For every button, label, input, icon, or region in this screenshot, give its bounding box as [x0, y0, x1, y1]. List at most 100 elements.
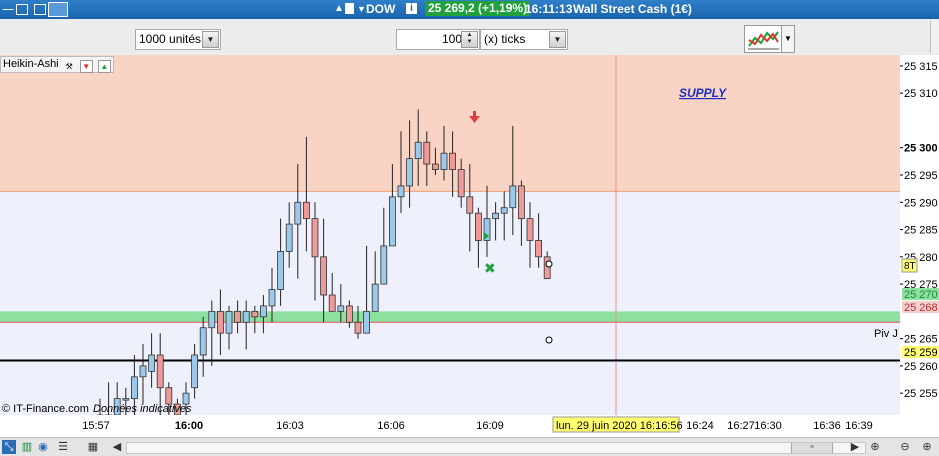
quantity-select[interactable]: 1000 unités ▼	[135, 29, 221, 50]
keyboard-icon[interactable]	[48, 2, 68, 17]
bullish-candle[interactable]	[397, 185, 405, 198]
bearish-candle[interactable]	[216, 310, 224, 334]
bullish-candle[interactable]	[380, 245, 388, 285]
bullish-candle[interactable]	[242, 310, 250, 323]
price-tick-label: 25 315	[904, 61, 938, 73]
wrench-icon[interactable]: ⚒	[64, 61, 75, 72]
bullish-candle[interactable]	[225, 310, 233, 334]
bullish-candle[interactable]	[208, 310, 216, 329]
step-unit-select[interactable]: (x) ticks ▼	[480, 29, 568, 50]
window-title-bar: — ▲▼ ▼ DOW i 25 269,2 (+1,19%) 16:11:13 …	[0, 0, 939, 19]
bearish-candle[interactable]	[165, 387, 173, 405]
bullish-candle[interactable]	[509, 185, 517, 209]
demand-top-price: 25 270	[904, 289, 938, 301]
bearish-candle[interactable]	[345, 305, 353, 323]
time-tick-label: 15:57	[82, 420, 110, 432]
price-tick-label: 25 260	[904, 361, 938, 373]
zoom-fit-icon[interactable]: ⊕	[868, 440, 882, 454]
time-tick-label: 16:27	[727, 420, 755, 432]
bearish-candle[interactable]	[156, 354, 164, 389]
price-tick-label: 25 265	[904, 334, 938, 346]
chevron-down-icon[interactable]: ▼	[549, 31, 566, 48]
bullish-candle[interactable]	[500, 207, 508, 214]
time-axis[interactable]: lun. 29 juin 2020 16:16:56 15:57 16:00 16:…	[0, 415, 939, 437]
bearish-candle[interactable]	[423, 141, 431, 165]
bullish-candle[interactable]	[337, 305, 345, 312]
bearish-candle[interactable]	[320, 256, 328, 296]
indicator-icon[interactable]: ◉	[36, 440, 50, 454]
time-tick-label: 16:30	[754, 420, 782, 432]
pivot-dot-icon	[545, 336, 553, 344]
bullish-candle[interactable]	[191, 354, 199, 389]
side-panel-toggle[interactable]	[930, 21, 939, 53]
bearish-candle[interactable]	[526, 218, 534, 241]
bearish-candle[interactable]	[543, 256, 551, 280]
bullish-candle[interactable]	[130, 376, 138, 400]
price-chart[interactable]: ✖ SUPPLY Piv J © IT-Finance.com Données …	[0, 55, 939, 415]
time-tick-label: 16:03	[276, 420, 304, 432]
bearish-candle[interactable]	[535, 240, 542, 258]
spinner-icon[interactable]: ▲ ▼	[461, 31, 478, 48]
grid-icon[interactable]: ▦	[86, 440, 100, 454]
bullish-candle[interactable]	[363, 310, 371, 334]
move-up-icon[interactable]: ▲	[97, 60, 111, 73]
bullish-candle[interactable]	[294, 201, 302, 225]
step-unit-value: (x) ticks	[484, 32, 526, 46]
bearish-candle[interactable]	[251, 310, 259, 318]
bullish-candle[interactable]	[148, 354, 156, 372]
bullish-candle[interactable]	[406, 158, 414, 187]
bearish-candle[interactable]	[518, 185, 525, 220]
expand-icon[interactable]: ⤡	[2, 440, 16, 454]
chevron-down-icon[interactable]: ▼	[357, 1, 366, 17]
chart-type-button[interactable]	[744, 25, 782, 53]
bullish-candle[interactable]	[414, 141, 422, 160]
bearish-candle[interactable]	[302, 201, 310, 220]
bearish-candle[interactable]	[311, 218, 319, 258]
bearish-candle[interactable]	[328, 294, 336, 312]
restore-button[interactable]	[16, 4, 28, 15]
bullish-candle[interactable]	[259, 305, 267, 318]
price-tick-label: 25 285	[904, 225, 938, 237]
time-axis-labels: 15:57 16:00 16:03 16:06 16:09 16:24 16:27 16:30…	[82, 420, 873, 432]
bearish-candle[interactable]	[449, 152, 457, 170]
bullish-candle[interactable]	[199, 327, 207, 356]
bullish-candle[interactable]	[440, 152, 448, 170]
bullish-candle[interactable]	[492, 212, 500, 220]
step-input[interactable]: 100 ▲ ▼	[396, 29, 480, 50]
bearish-candle[interactable]	[431, 163, 439, 170]
demand-bottom-price: 25 268	[904, 302, 938, 314]
chart-settings-icon[interactable]: ▥	[20, 440, 34, 454]
bullish-candle[interactable]	[268, 289, 276, 307]
chevron-down-icon[interactable]: ▼	[781, 25, 795, 53]
maximize-button[interactable]	[34, 4, 46, 15]
info-icon[interactable]: i	[406, 3, 417, 14]
bearish-candle[interactable]	[474, 212, 482, 241]
scroll-right-icon[interactable]: ▶	[848, 440, 862, 454]
bullish-candle[interactable]	[122, 398, 130, 401]
delete-indicator-icon[interactable]: ▼	[79, 60, 93, 73]
bars-icon[interactable]: ☰	[56, 440, 70, 454]
bearish-candle[interactable]	[234, 310, 242, 323]
bullish-candle[interactable]	[277, 250, 285, 290]
chevron-down-icon[interactable]: ▼	[202, 31, 219, 48]
pivot-label: Piv J	[874, 328, 898, 340]
bullish-candle[interactable]	[388, 196, 396, 247]
bullish-candle[interactable]	[139, 365, 147, 378]
bullish-candle[interactable]	[371, 283, 379, 312]
bullish-candle[interactable]	[285, 223, 293, 252]
minimize-button[interactable]: —	[2, 2, 14, 16]
scroll-left-icon[interactable]: ◀	[110, 440, 124, 454]
bearish-candle[interactable]	[354, 321, 362, 334]
symbol-code[interactable]: DOW	[366, 1, 395, 17]
bearish-candle[interactable]	[466, 196, 474, 214]
time-tick-label: 16:24	[686, 420, 714, 432]
scrollbar-thumb[interactable]: ≡	[791, 443, 833, 453]
price-dot-icon	[545, 260, 553, 268]
bearish-candle[interactable]	[457, 169, 465, 198]
zoom-in-icon[interactable]: ⊕	[920, 440, 934, 454]
zoom-out-icon[interactable]: ⊖	[898, 440, 912, 454]
horizontal-scrollbar[interactable]: ≡	[126, 442, 866, 454]
indicator-panel-header: Heikin-Ashi ⚒ ▼ ▲	[0, 56, 114, 73]
price-tick-label: 25 290	[904, 197, 938, 209]
time-tick-label: 16:06	[377, 420, 405, 432]
